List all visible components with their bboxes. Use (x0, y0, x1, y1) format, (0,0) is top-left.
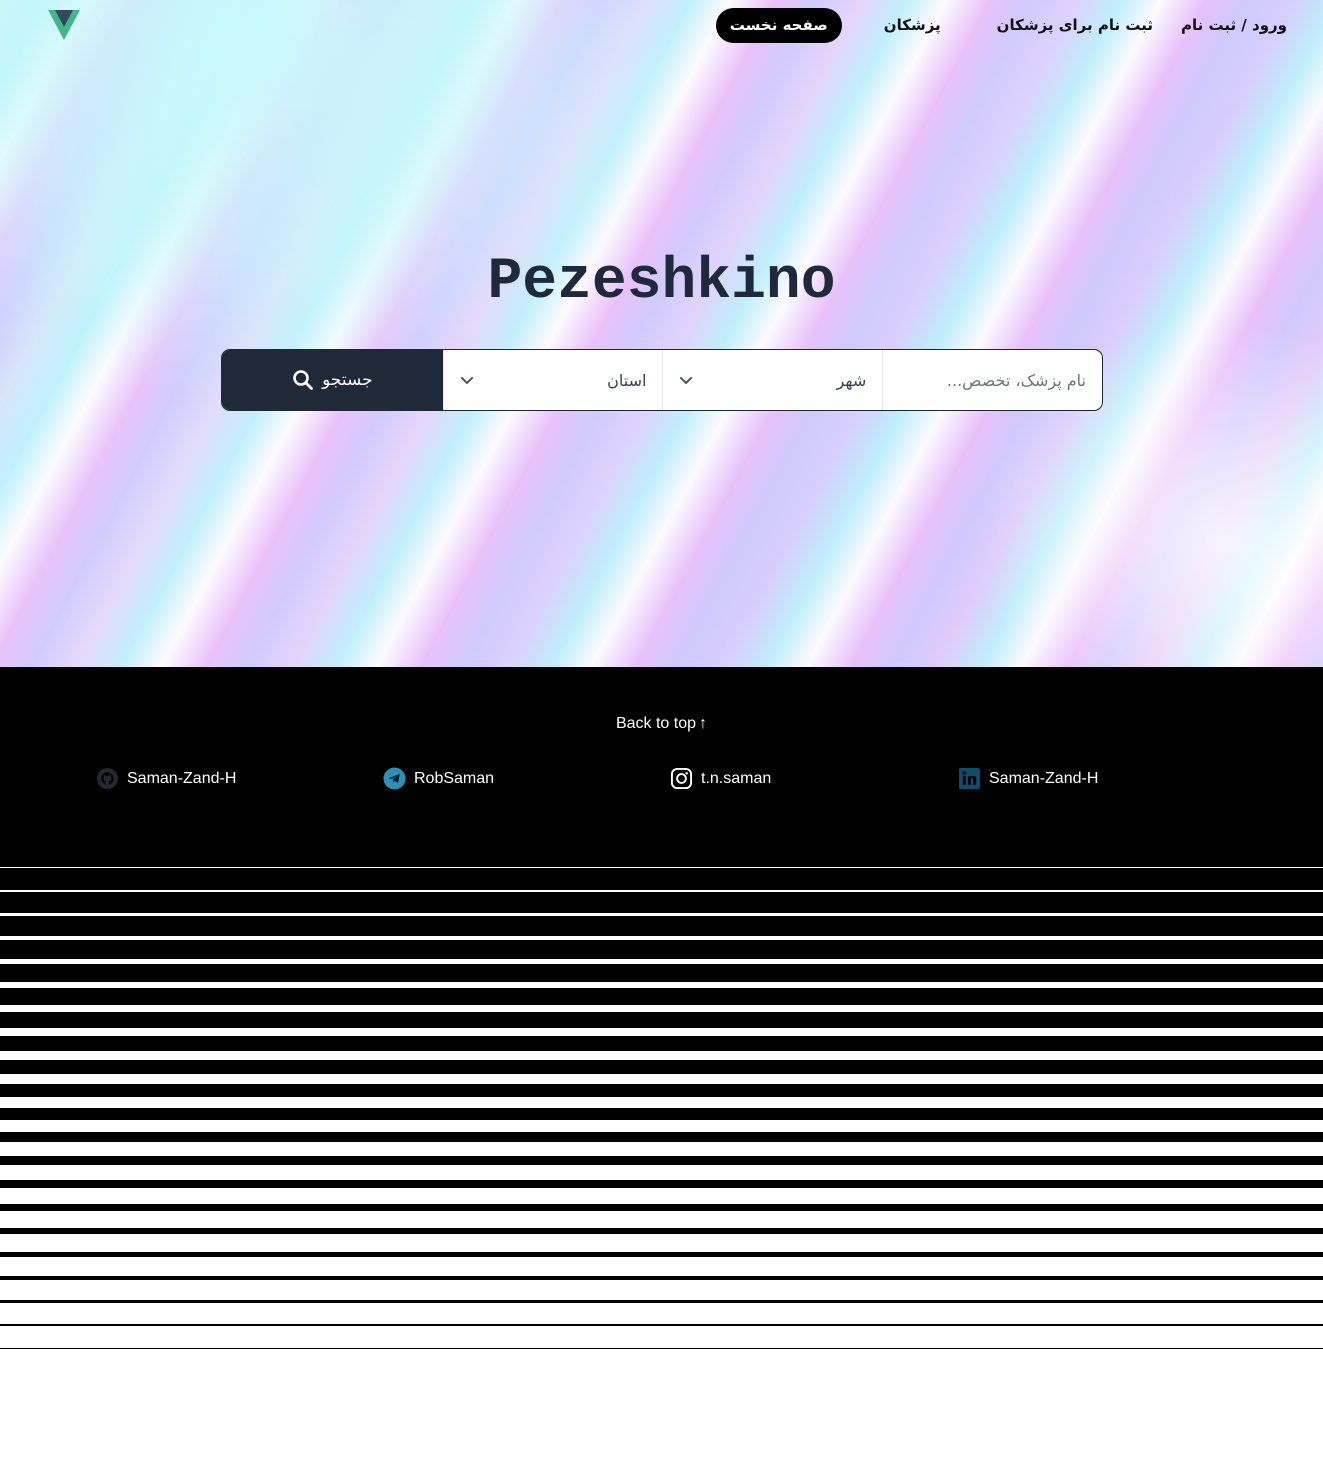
stripe (0, 988, 1323, 1005)
footer: Back to top ↑ Saman-Zand-H RobSaman t.n.s… (0, 667, 1323, 867)
stripe (0, 940, 1323, 959)
stripe (0, 964, 1323, 982)
hero-section (0, 0, 1323, 667)
instagram-link[interactable]: t.n.saman (670, 767, 771, 790)
query-field-wrapper (882, 350, 1102, 410)
instagram-icon (670, 767, 693, 790)
vue-logo-icon[interactable] (48, 10, 80, 40)
nav-doctor-signup[interactable]: ثبت نام برای پزشکان (983, 8, 1167, 43)
back-to-top-label: Back to top (615, 715, 697, 732)
stripe (0, 916, 1323, 936)
github-label: Saman-Zand-H (127, 769, 237, 787)
instagram-label: t.n.saman (701, 769, 772, 787)
nav-login-signup[interactable]: ورود / ثبت نام (1167, 8, 1301, 43)
stripe (0, 1012, 1323, 1028)
chevron-down-icon (680, 377, 693, 384)
arrow-up-icon: ↑ (699, 715, 708, 732)
telegram-link[interactable]: RobSaman (383, 767, 494, 790)
telegram-icon (383, 767, 406, 790)
page-title: Pezeshkino (487, 250, 836, 315)
stripe (0, 1132, 1323, 1142)
stripe (0, 868, 1323, 890)
search-button-label: جستجو (322, 370, 373, 390)
stripe (0, 892, 1323, 913)
province-select-value: استان (607, 370, 647, 390)
nav-doctors[interactable]: پزشکان (870, 8, 955, 43)
stripe (0, 1036, 1323, 1051)
linkedin-link[interactable]: Saman-Zand-H (958, 767, 1098, 790)
province-select[interactable]: استان (442, 350, 663, 410)
back-to-top-link[interactable]: Back to top ↑ (0, 715, 1323, 733)
linkedin-label: Saman-Zand-H (989, 769, 1099, 787)
stripe (0, 1348, 1323, 1349)
stripe (0, 1060, 1323, 1074)
stripe (0, 1108, 1323, 1120)
chevron-down-icon (460, 377, 473, 384)
telegram-label: RobSaman (414, 769, 495, 787)
search-button[interactable]: جستجو (222, 350, 443, 410)
stripe (0, 1180, 1323, 1188)
stripe (0, 1156, 1323, 1165)
search-bar: شهر استان جستجو (221, 349, 1103, 411)
search-input[interactable] (899, 370, 1086, 390)
github-link[interactable]: Saman-Zand-H (96, 767, 236, 790)
stripe (0, 1228, 1323, 1234)
github-icon (96, 767, 119, 790)
main-nav: ورود / ثبت نام ثبت نام برای پزشکان پزشکا… (688, 8, 1301, 43)
stripe (0, 1204, 1323, 1211)
stripe (0, 1324, 1323, 1326)
city-select[interactable]: شهر (662, 350, 882, 410)
stripe (0, 1252, 1323, 1257)
stripe (0, 1300, 1323, 1303)
stripe (0, 1084, 1323, 1097)
search-icon (293, 370, 313, 390)
city-select-value: شهر (836, 370, 867, 390)
linkedin-icon (958, 767, 981, 790)
social-links: Saman-Zand-H RobSaman t.n.saman Saman-Za… (0, 767, 1323, 791)
nav-home[interactable]: صفحه نخست (715, 8, 842, 43)
decorative-stripes (0, 867, 1323, 1371)
stripe (0, 1276, 1323, 1280)
